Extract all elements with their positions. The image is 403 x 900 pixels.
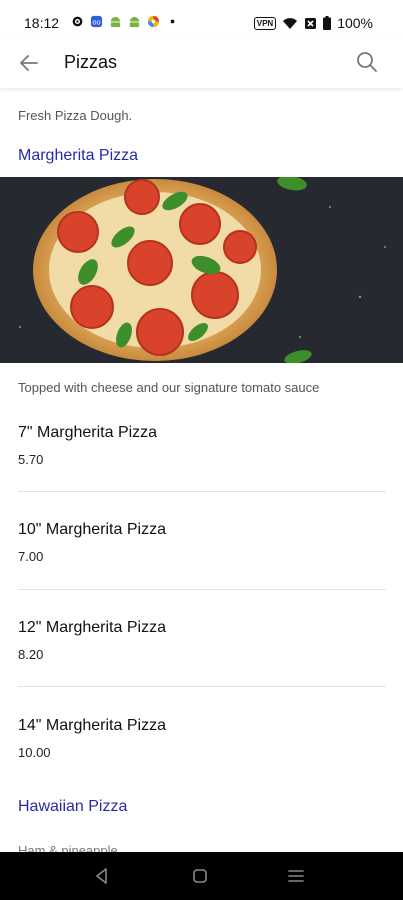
- recents-menu-icon[interactable]: [284, 864, 308, 888]
- system-navigation-bar: [0, 852, 403, 900]
- app-bar: Pizzas: [0, 38, 403, 88]
- battery-level: 100%: [337, 15, 373, 31]
- menu-item-price: 7.00: [18, 549, 44, 564]
- android-icon: [110, 16, 121, 28]
- color-app-icon: [147, 15, 160, 28]
- page-title: Pizzas: [64, 52, 118, 72]
- menu-item-price: 10.00: [18, 745, 51, 760]
- menu-item-price: 5.70: [18, 452, 44, 467]
- menu-item[interactable]: 12" Margherita Pizza 8.20: [18, 619, 386, 662]
- divider: [18, 491, 386, 492]
- category-title-hawaiian: Hawaiian Pizza: [18, 798, 128, 815]
- app-badge-icon: oo: [90, 15, 103, 28]
- arrow-left-icon[interactable]: [16, 50, 42, 76]
- android-icon: [129, 16, 140, 28]
- category-description-margherita: Topped with cheese and our signature tom…: [18, 380, 320, 395]
- status-time: 18:12: [24, 15, 60, 31]
- menu-item-name: 14" Margherita Pizza: [18, 717, 166, 734]
- back-triangle-icon[interactable]: [90, 864, 114, 888]
- battery-icon: [323, 16, 332, 30]
- home-square-icon[interactable]: [188, 864, 212, 888]
- status-right: VPN 100%: [253, 15, 373, 31]
- menu-item[interactable]: 7" Margherita Pizza 5.70: [18, 424, 386, 467]
- wifi-icon: [283, 18, 298, 29]
- margherita-pizza-photo: [0, 177, 403, 363]
- menu-item-price: 8.20: [18, 647, 44, 662]
- svg-text:oo: oo: [92, 17, 100, 26]
- section-intro: Fresh Pizza Dough.: [18, 108, 133, 123]
- settings-gear-icon: [72, 16, 83, 27]
- no-sim-icon: [305, 17, 317, 29]
- menu-item[interactable]: 14" Margherita Pizza 10.00: [18, 717, 386, 760]
- menu-item-name: 10" Margherita Pizza: [18, 521, 166, 538]
- menu-item-name: 12" Margherita Pizza: [18, 619, 166, 636]
- menu-item-name: 7" Margherita Pizza: [18, 424, 158, 441]
- divider: [18, 589, 386, 590]
- divider: [18, 686, 386, 687]
- vpn-icon: VPN: [253, 16, 277, 30]
- category-title-margherita: Margherita Pizza: [18, 147, 139, 164]
- menu-item[interactable]: 10" Margherita Pizza 7.00: [18, 521, 386, 564]
- search-icon[interactable]: [356, 51, 378, 73]
- notification-icons: oo: [71, 15, 179, 28]
- more-notifications-dot-icon: [170, 19, 175, 24]
